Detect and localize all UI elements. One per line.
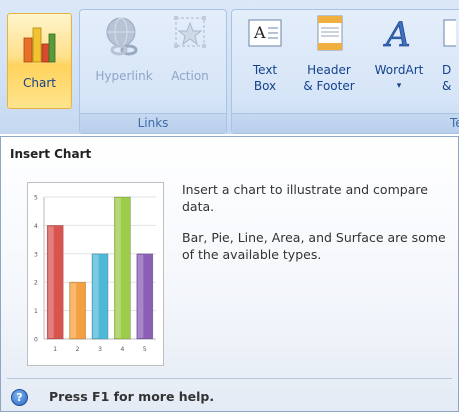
clipped-button[interactable]: D & [442,14,459,94]
links-group: Hyperlink Action Links [79,9,227,134]
wordart-label: WordArt [374,63,424,77]
bar-highlight [70,283,77,338]
supertip-panel: Insert Chart 0 1 2 3 4 5 1 2 3 4 5 Insert a chart … [0,136,459,412]
chart-icon [23,27,56,63]
wordart-icon: A [383,15,411,52]
help-icon: ? [11,389,28,406]
x-tick-label: 4 [120,346,124,353]
supertip-separator [7,378,452,379]
svg-text:A: A [383,15,411,52]
action-button[interactable]: Action [162,14,218,84]
clipped-label-2: & [442,79,452,93]
preview-chart-frame: 0 1 2 3 4 5 1 2 3 4 5 [27,182,164,366]
action-icon [174,16,206,48]
bar-highlight [115,198,121,338]
links-group-label: Links [80,113,226,133]
clipped-icon [443,19,456,47]
chart-button-label: Chart [23,76,56,90]
y-tick-label: 3 [34,251,38,258]
clipped-label-1: D [442,63,452,77]
header-footer-icon [317,15,343,51]
y-tick-label: 1 [34,308,38,315]
header-footer-label-1: Header [307,63,351,77]
supertip-detail: Bar, Pie, Line, Area, and Surface are so… [182,230,446,262]
y-tick-label: 2 [34,280,38,287]
text-box-button[interactable]: A Text Box [238,14,292,94]
text-group: A Text Box Header & Footer A WordArt ▾ D… [231,9,459,134]
text-box-icon: A [248,19,282,47]
supertip-body: Insert a chart to illustrate and compare… [182,181,452,277]
hyperlink-button[interactable]: Hyperlink [88,14,160,84]
x-tick-label: 2 [76,346,80,353]
text-box-label-1: Text [252,63,278,77]
x-tick-label: 5 [143,346,147,353]
chart-button[interactable]: Chart [7,13,72,109]
hyperlink-icon [106,17,138,56]
help-text: Press F1 for more help. [49,389,215,404]
x-tick-label: 3 [98,346,102,353]
text-group-label: Te [232,113,459,133]
bar-highlight [137,254,144,338]
text-box-label-2: Box [253,79,277,93]
supertip-title: Insert Chart [10,147,92,161]
bar-highlight [92,254,99,338]
ribbon: Chart Hyperlink Action Links A Text Box … [0,0,459,134]
supertip-description: Insert a chart to illustrate and compare… [182,182,428,214]
wordart-dropdown-arrow[interactable]: ▾ [368,78,430,94]
wordart-button[interactable]: A WordArt ▾ [368,14,430,94]
header-footer-button[interactable]: Header & Footer [296,14,362,94]
y-tick-label: 4 [34,223,38,230]
bar-highlight [48,226,54,338]
preview-bar-chart: 0 1 2 3 4 5 1 2 3 4 5 [34,195,156,353]
hyperlink-label: Hyperlink [95,69,153,83]
header-footer-label-2: & Footer [303,79,355,93]
y-tick-label: 0 [34,337,38,344]
action-label: Action [171,69,209,83]
x-tick-label: 1 [53,346,57,353]
y-tick-label: 5 [34,195,38,202]
svg-text:A: A [253,23,266,42]
